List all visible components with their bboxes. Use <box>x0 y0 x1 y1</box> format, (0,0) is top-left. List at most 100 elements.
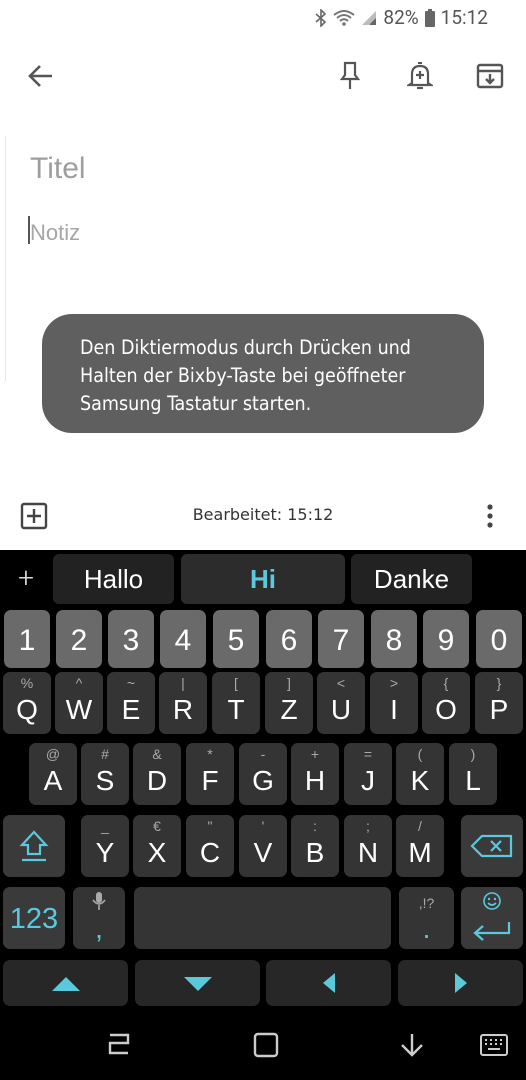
key-1[interactable]: 1 <box>4 610 50 668</box>
key-label: E <box>121 694 141 725</box>
toast-line: Den Diktiermodus durch Drücken und <box>80 336 411 359</box>
symbols-key[interactable]: 123 <box>3 887 65 949</box>
key-y[interactable]: _ Y <box>81 815 129 877</box>
emoji-icon <box>483 892 501 910</box>
key-4[interactable]: 4 <box>160 610 206 668</box>
enter-key[interactable] <box>461 887 523 949</box>
microphone-icon <box>92 892 106 910</box>
battery-level: 82% <box>383 6 419 29</box>
key-p[interactable]: } P <box>475 672 523 734</box>
key-w[interactable]: ^ W <box>55 672 103 734</box>
back-arrow-icon[interactable] <box>19 54 63 98</box>
key-a[interactable]: @ A <box>29 743 77 805</box>
key-g[interactable]: -G <box>239 743 287 805</box>
key-x[interactable]: € X <box>133 815 181 877</box>
suggestion-hallo[interactable]: Hallo <box>53 554 174 604</box>
key-d[interactable]: & D <box>133 743 181 805</box>
suggestion-expand-button[interactable]: + <box>8 554 44 602</box>
note-input[interactable]: Notiz <box>30 220 80 246</box>
cursor-up-key[interactable] <box>3 960 128 1006</box>
key-sub-symbol: # <box>101 746 109 762</box>
key-3[interactable]: 3 <box>108 610 154 668</box>
key-2[interactable]: 2 <box>56 610 102 668</box>
triangle-right-icon <box>454 973 467 993</box>
home-icon[interactable] <box>251 1030 281 1060</box>
key-label: C <box>199 837 221 868</box>
key-c[interactable]: " C <box>186 815 234 877</box>
key-label: T <box>227 694 245 725</box>
key-label: Q <box>16 694 38 725</box>
key-label: G <box>252 765 274 796</box>
key-label: U <box>330 694 352 725</box>
key-sub-symbol: < <box>336 675 346 691</box>
key-z[interactable]: ] Z <box>265 672 313 734</box>
period-key[interactable]: ,!? . <box>399 887 454 949</box>
key-8[interactable]: 8 <box>371 610 417 668</box>
cursor-left-key[interactable] <box>266 960 391 1006</box>
key-label: S <box>95 765 115 796</box>
key-m[interactable]: / M <box>396 815 444 877</box>
comma-label: , <box>95 913 103 944</box>
samsung-keyboard: + Hallo Hi Danke 1 2 3 4 5 6 7 8 9 0 % Q … <box>0 550 526 1008</box>
keyboard-switch-icon[interactable] <box>479 1030 509 1060</box>
key-i[interactable]: > I <box>370 672 418 734</box>
key-sub-symbol: ] <box>287 675 291 691</box>
key-sub-symbol: = <box>363 746 373 762</box>
archive-icon[interactable] <box>468 54 512 98</box>
space-key[interactable] <box>134 887 391 949</box>
key-sub-symbol: [ <box>234 675 238 691</box>
key-s[interactable]: # S <box>81 743 129 805</box>
key-sub-symbol: ( <box>417 746 423 762</box>
voice-comma-key[interactable]: , <box>73 887 125 949</box>
status-bar: 82% 15:12 <box>0 0 526 36</box>
key-label: J <box>361 765 375 796</box>
suggestion-hi[interactable]: Hi <box>181 554 345 604</box>
title-input[interactable]: Titel <box>30 152 86 186</box>
period-label: . <box>422 913 431 944</box>
dictation-toast: Den Diktiermodus durch Drücken und Halte… <box>42 314 484 433</box>
key-f[interactable]: * F <box>186 743 234 805</box>
pin-icon[interactable] <box>328 54 372 98</box>
key-sub-symbol: | <box>181 675 185 691</box>
cursor-right-key[interactable] <box>398 960 523 1006</box>
key-sub-symbol: " <box>207 818 213 834</box>
key-e[interactable]: ~ E <box>107 672 155 734</box>
key-v[interactable]: ' V <box>239 815 287 877</box>
key-6[interactable]: 6 <box>266 610 312 668</box>
signal-icon <box>361 10 377 26</box>
shift-arrow-icon <box>19 830 49 862</box>
toast-line: Halten der Bixby-Taste bei geöffneter <box>80 364 406 387</box>
key-label: P <box>489 694 509 725</box>
key-q[interactable]: % Q <box>3 672 51 734</box>
key-j[interactable]: = J <box>344 743 392 805</box>
key-k[interactable]: (K <box>396 743 444 805</box>
cursor-down-key[interactable] <box>135 960 260 1006</box>
key-0[interactable]: 0 <box>476 610 522 668</box>
key-r[interactable]: | R <box>159 672 207 734</box>
suggestion-danke[interactable]: Danke <box>351 554 472 604</box>
key-h[interactable]: + H <box>291 743 339 805</box>
key-label: O <box>435 694 457 725</box>
key-n[interactable]: ; N <box>344 815 392 877</box>
clock: 15:12 <box>440 6 488 29</box>
key-o[interactable]: {O <box>422 672 470 734</box>
more-options-icon[interactable] <box>484 502 496 534</box>
key-label: N <box>357 837 379 868</box>
key-5[interactable]: 5 <box>213 610 259 668</box>
hide-keyboard-icon[interactable] <box>397 1030 427 1060</box>
key-sub-symbol: > <box>389 675 399 691</box>
shift-key[interactable] <box>3 815 65 877</box>
key-7[interactable]: 7 <box>318 610 364 668</box>
key-label: M <box>408 837 432 868</box>
key-sub-symbol: @ <box>45 746 61 762</box>
reminder-bell-icon[interactable] <box>398 54 442 98</box>
edited-timestamp: Bearbeitet: 15:12 <box>192 505 334 524</box>
key-u[interactable]: < U <box>317 672 365 734</box>
key-b[interactable]: :B <box>291 815 339 877</box>
recent-apps-icon[interactable] <box>104 1030 134 1060</box>
key-t[interactable]: [T <box>212 672 260 734</box>
backspace-key[interactable] <box>461 815 523 877</box>
key-label: L <box>465 765 481 796</box>
key-9[interactable]: 9 <box>423 610 469 668</box>
key-l[interactable]: ) L <box>449 743 497 805</box>
